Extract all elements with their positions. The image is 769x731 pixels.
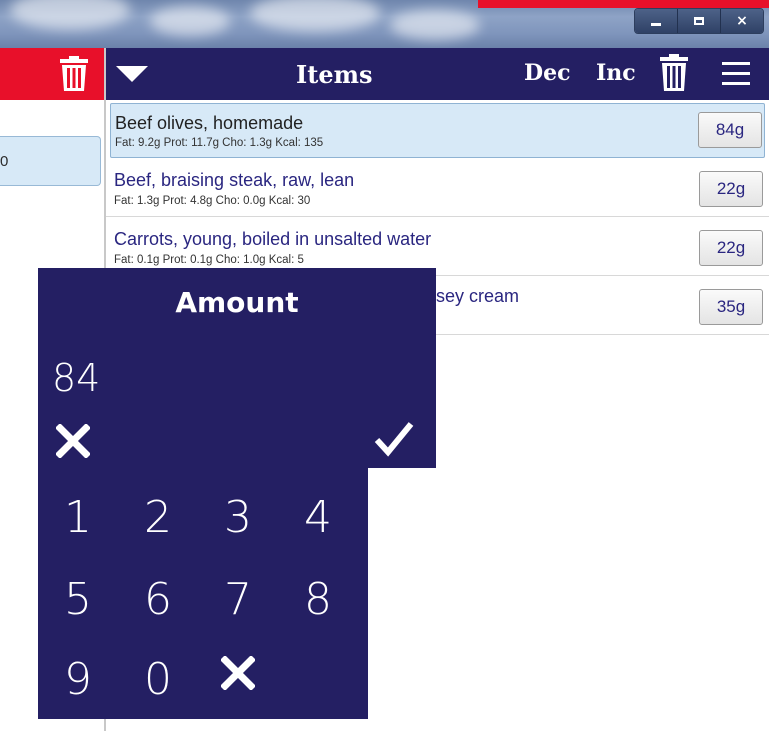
window-controls: × [634,8,764,34]
delete-item-button[interactable] [658,54,690,96]
trash-icon [60,56,88,91]
minimize-button[interactable] [635,9,678,33]
close-icon [55,423,91,459]
key-4[interactable]: 4 [283,482,353,552]
amount-button[interactable]: 22g [699,230,763,266]
amount-button[interactable]: 22g [699,171,763,207]
maximize-icon [694,17,704,25]
items-header: Items Dec Inc [106,48,769,100]
key-1[interactable]: 1 [43,482,113,552]
key-7[interactable]: 7 [203,564,273,634]
key-3[interactable]: 3 [203,482,273,552]
amount-value-display: 84 [52,356,101,400]
key-8[interactable]: 8 [283,564,353,634]
left-pane-header [0,48,104,100]
close-icon: × [736,13,748,29]
item-name: Carrots, young, boiled in unsalted water [114,229,432,249]
amount-dialog: Amount 84 [38,268,436,468]
left-selected-item-label: 0 [0,153,9,170]
titlebar-accent-strip [478,0,769,8]
window-titlebar: × [0,0,769,48]
key-6[interactable]: 6 [123,564,193,634]
key-9[interactable]: 9 [43,644,113,714]
minimize-icon [651,22,661,26]
amount-button[interactable]: 35g [699,289,763,325]
item-macros: Fat: 0.1g Prot: 0.1g Cho: 1.0g Kcal: 5 [114,254,304,266]
list-item[interactable]: Beef, braising steak, raw, lean Fat: 1.3… [106,158,769,217]
checkmark-icon [374,422,414,457]
dropdown-triangle-icon[interactable] [116,66,148,82]
item-name: Beef, braising steak, raw, lean [114,170,355,190]
decrement-button[interactable]: Dec [524,60,570,86]
backspace-x-icon [221,656,255,690]
backspace-key[interactable] [203,638,273,708]
item-name: sey cream [436,286,520,306]
key-5[interactable]: 5 [43,564,113,634]
increment-button[interactable]: Inc [596,60,636,86]
key-2[interactable]: 2 [123,482,193,552]
close-button[interactable]: × [721,9,763,33]
item-macros: Fat: 9.2g Prot: 11.7g Cho: 1.3g Kcal: 13… [115,137,324,149]
item-name: Beef olives, homemade [115,113,304,133]
left-delete-button[interactable] [58,56,90,96]
key-0[interactable]: 0 [123,644,193,714]
maximize-button[interactable] [678,9,721,33]
amount-button[interactable]: 84g [698,112,762,148]
page-title: Items [296,60,373,89]
amount-dialog-title: Amount [175,286,299,319]
list-item[interactable]: Beef olives, homemade Fat: 9.2g Prot: 11… [110,103,765,158]
menu-icon[interactable] [722,62,750,86]
amount-confirm-button[interactable] [374,420,414,462]
amount-cancel-button[interactable] [55,423,91,462]
numeric-keypad: 1 2 3 4 5 6 7 8 9 0 [38,468,368,719]
left-selected-item[interactable]: 0 [0,136,101,186]
item-macros: Fat: 1.3g Prot: 4.8g Cho: 0.0g Kcal: 30 [114,195,311,207]
trash-icon [660,54,688,91]
